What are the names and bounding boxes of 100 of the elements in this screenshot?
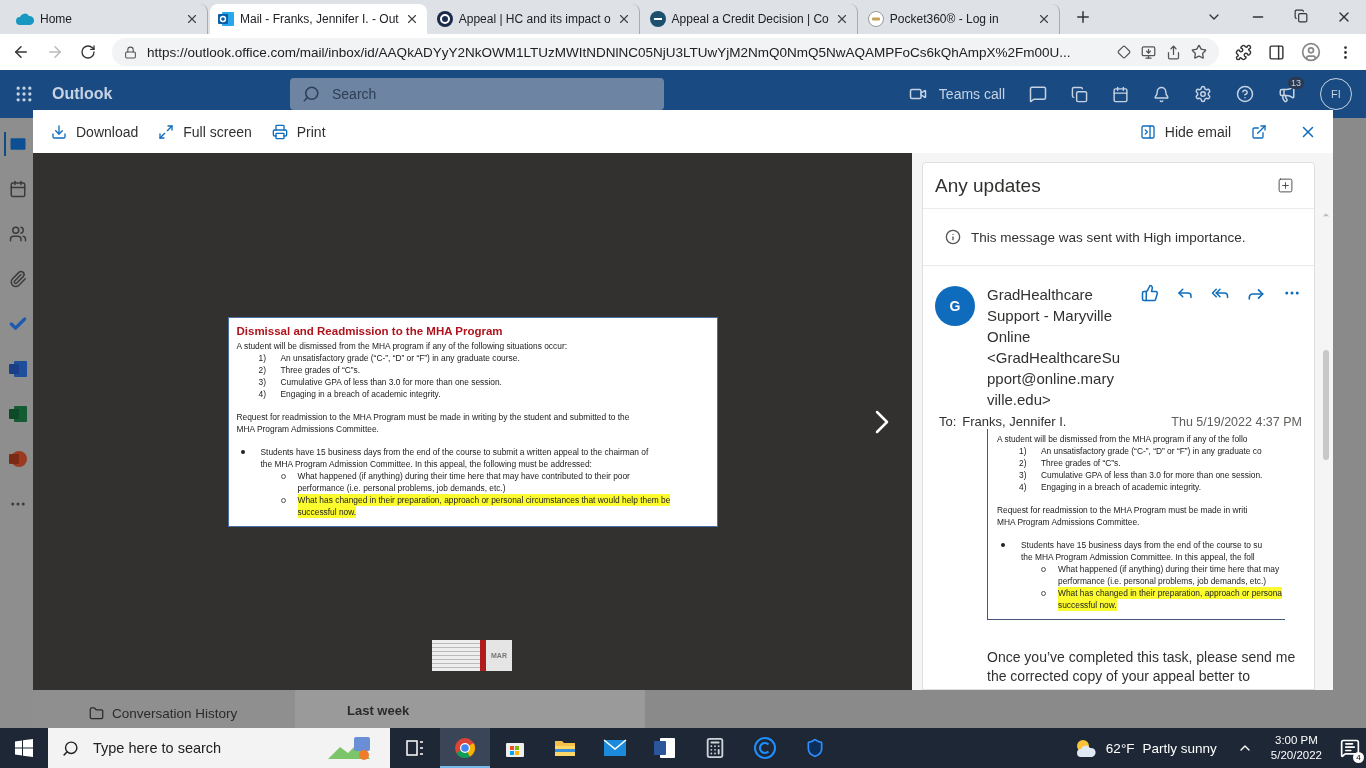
expand-icon[interactable]	[1277, 177, 1294, 194]
back-icon[interactable]	[12, 43, 30, 61]
notifications-icon[interactable]	[1340, 738, 1360, 758]
pop-out-icon[interactable]	[1251, 123, 1267, 140]
document-text: MHA Program Admissions Committee.	[997, 516, 1140, 528]
word-icon	[654, 737, 676, 759]
reload-icon[interactable]	[80, 44, 96, 60]
install-icon[interactable]	[1141, 44, 1156, 60]
cloud-icon	[16, 13, 34, 25]
printer-icon	[271, 123, 288, 140]
document-text: MHA Program Admissions Committee.	[236, 422, 379, 435]
pages-icon[interactable]	[1071, 85, 1088, 103]
info-icon	[945, 229, 961, 245]
full-screen-button[interactable]: Full screen	[158, 123, 252, 140]
task-view-icon	[406, 740, 424, 756]
temperature: 62°F	[1105, 740, 1135, 756]
print-button[interactable]: Print	[271, 123, 326, 140]
document-text: performance (i.e. personal problems, job demands, etc.)	[1058, 575, 1267, 587]
to-label: To:	[939, 414, 957, 429]
panel-icon	[1139, 123, 1156, 140]
badge-icon	[867, 11, 884, 27]
people-icon[interactable]	[8, 225, 27, 243]
search-icon	[302, 85, 320, 103]
windows-icon	[15, 739, 33, 757]
document-text: An unsatisfactory grade (“C-”, “D” or “F”) in any graduate co	[1041, 445, 1262, 457]
bookmark-star-icon[interactable]	[1191, 44, 1207, 60]
help-icon[interactable]	[1236, 85, 1254, 103]
shield-icon	[805, 738, 825, 758]
chat-icon[interactable]	[1029, 85, 1047, 103]
taskbar-search-box[interactable]: Type here to search	[48, 728, 390, 768]
list-number: 4)	[1019, 481, 1028, 493]
document-text: Request for readmission to the MHA Program must be made in writi	[997, 504, 1248, 516]
clock-time: 3:00 PM	[1275, 733, 1318, 748]
email-body-text: the corrected copy of your appeal better to	[987, 667, 1252, 686]
diamond-icon[interactable]	[1117, 45, 1131, 59]
download-button[interactable]: Download	[51, 123, 139, 140]
lock-icon[interactable]	[124, 45, 137, 59]
settings-icon[interactable]	[1194, 85, 1212, 103]
document-text: Cumulative GPA of less than 3.0 for more than one session.	[280, 375, 502, 388]
document-text: A student will be dismissed from the MHA program if any of the follo	[997, 433, 1248, 445]
email-body-text: Once you’ve completed this task, please send me	[987, 648, 1297, 667]
scrollbar-thumb[interactable]	[1323, 350, 1329, 460]
search-icon	[62, 739, 79, 757]
excel-icon[interactable]	[8, 405, 27, 423]
ring-icon	[436, 11, 453, 27]
close-icon[interactable]	[185, 12, 199, 26]
document-text: performance (i.e. personal problems, job demands, etc.)	[297, 481, 506, 494]
hide-email-button[interactable]: Hide email	[1139, 123, 1231, 140]
expand-arrows-icon	[158, 123, 175, 140]
calculator-icon	[704, 737, 726, 759]
document-text: the MHA Program Admission Committee. In this appeal, the foll	[1021, 551, 1255, 563]
email-subject: Any updates	[935, 174, 1041, 197]
megaphone-icon[interactable]	[1278, 85, 1296, 103]
teams-call-button[interactable]: Teams call	[908, 85, 1005, 103]
folder-item[interactable]: Conversation History	[112, 705, 238, 721]
powerpoint-icon[interactable]	[8, 450, 27, 468]
calendar-icon[interactable]	[1112, 85, 1129, 103]
notification-count: 13	[1288, 77, 1304, 89]
group-label: Last week	[347, 703, 411, 718]
share-icon[interactable]	[1166, 44, 1181, 60]
sent-date: Thu 5/19/2022 4:37 PM	[1171, 415, 1302, 429]
list-number: 1)	[258, 351, 267, 364]
sender-avatar: G	[935, 286, 975, 326]
document-title: Dismissal and Readmission to the MHA Program	[236, 323, 504, 339]
list-number: 2)	[1019, 457, 1028, 469]
clock-date: 5/20/2022	[1270, 748, 1322, 763]
bullet-icon	[240, 449, 245, 454]
bullet-icon	[1001, 543, 1005, 547]
restore-icon[interactable]	[1294, 9, 1308, 23]
envelope-icon	[218, 11, 234, 27]
folder-icon	[89, 705, 104, 721]
extensions-icon[interactable]	[1235, 43, 1252, 61]
document-text: What happened (if anything) during their time here that may	[1058, 563, 1280, 575]
document-text: Three grades of “C”s.	[1041, 457, 1121, 469]
profile-icon[interactable]	[1301, 42, 1321, 62]
notification-count: 4	[1353, 752, 1364, 763]
document-text: Students have 15 business days from the end of the course to su	[1021, 539, 1263, 551]
app-launcher-icon[interactable]	[14, 84, 34, 104]
document-text: Students have 15 business days from the end of the course to submit a written appeal to the chairman of	[260, 445, 649, 458]
importance-notice: This message was sent with High importance.	[971, 229, 1246, 245]
seal-icon	[649, 11, 666, 27]
word-icon[interactable]	[8, 360, 27, 378]
document-text: Engaging in a breach of academic integrity.	[1041, 481, 1201, 493]
bell-icon[interactable]	[1153, 85, 1170, 103]
list-number: 3)	[258, 375, 267, 388]
weather-text: Partly sunny	[1142, 740, 1217, 756]
document-text: Request for readmission to the MHA Program must be made in writing by the student and submitted to the	[236, 410, 630, 423]
document-text: Cumulative GPA of less than 3.0 for more than one session.	[1041, 469, 1263, 481]
like-icon[interactable]	[1141, 284, 1159, 302]
side-panel-icon[interactable]	[1268, 43, 1285, 61]
mail-icon	[603, 739, 627, 757]
address-field[interactable]: https://outlook.office.com/mail/inbox/id/AAQkADYyY2NkOWM1LTUzMWItNDNlNC05NjU3LTUwYjM2NmQ0NmQ5NwAQAMPFoCs6kQhAmpX%2Fm00U...	[112, 38, 1219, 66]
list-number: 1)	[1019, 445, 1028, 457]
calendar-icon[interactable]	[8, 180, 27, 198]
chrome-icon	[454, 737, 476, 759]
document-text: A student will be dismissed from the MHA program if any of the following situations occur:	[236, 339, 567, 352]
paperclip-icon[interactable]	[8, 270, 27, 288]
taskbar-search-field[interactable]: Type here to search	[91, 739, 316, 757]
document-text: What happened (if anything) during their time here that may have contributed to their poor	[297, 469, 630, 482]
browser-tab[interactable]: Mail - Franks, Jennifer I. - Out	[210, 4, 427, 34]
